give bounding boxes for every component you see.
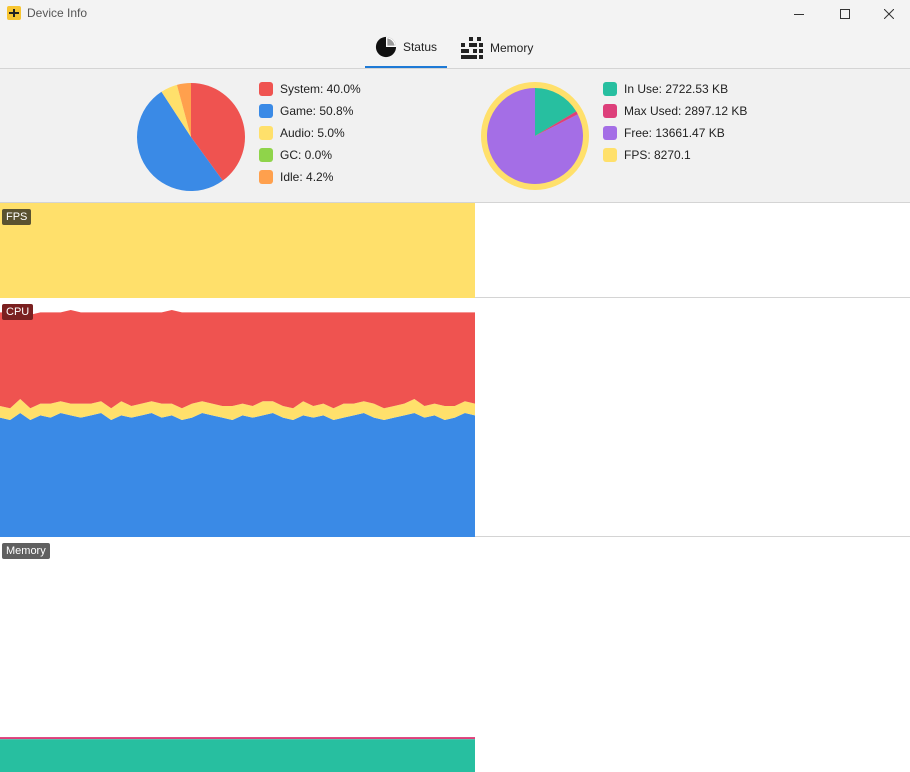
cpu-graph	[0, 310, 475, 537]
legend-item: Max Used: 2897.12 KB	[603, 100, 747, 122]
cpu-graph-panel: CPU	[0, 299, 910, 537]
memory-grid-icon	[461, 37, 483, 59]
game-area	[0, 412, 475, 537]
legend-swatch	[603, 82, 617, 96]
legend-label: Free: 13661.47 KB	[624, 126, 725, 140]
maximize-button[interactable]	[822, 0, 868, 28]
legend-item: Game: 50.8%	[259, 100, 361, 122]
memory-usage-pie	[481, 82, 589, 190]
legend-swatch	[259, 104, 273, 118]
legend-swatch	[259, 126, 273, 140]
fps-area	[0, 203, 475, 298]
legend-label: FPS: 8270.1	[624, 148, 691, 162]
legend-item: Free: 13661.47 KB	[603, 122, 747, 144]
cpu-legend: System: 40.0% Game: 50.8% Audio: 5.0% GC…	[259, 78, 361, 188]
minimize-button[interactable]	[776, 0, 822, 28]
legend-label: System: 40.0%	[280, 82, 361, 96]
fps-graph-panel: FPS	[0, 203, 910, 298]
tab-memory-label: Memory	[490, 41, 534, 55]
memory-in-use-area	[0, 739, 475, 772]
legend-swatch	[259, 148, 273, 162]
minimize-icon	[794, 14, 804, 15]
tab-memory[interactable]: Memory	[450, 28, 545, 68]
memory-max-used-line	[0, 737, 475, 740]
close-icon	[884, 9, 894, 19]
tab-status-label: Status	[402, 40, 437, 54]
legend-item: Audio: 5.0%	[259, 122, 361, 144]
status-summary: System: 40.0% Game: 50.8% Audio: 5.0% GC…	[0, 69, 910, 203]
legend-item: Idle: 4.2%	[259, 166, 361, 188]
legend-item: System: 40.0%	[259, 78, 361, 100]
title-bar: Device Info	[0, 0, 910, 28]
legend-label: GC: 0.0%	[280, 148, 333, 162]
legend-item: FPS: 8270.1	[603, 144, 747, 166]
fps-graph-label: FPS	[2, 209, 32, 225]
legend-label: In Use: 2722.53 KB	[624, 82, 729, 96]
memory-graph-panel: Memory	[0, 538, 910, 772]
maximize-icon	[840, 9, 850, 19]
legend-swatch	[603, 148, 617, 162]
memory-graph-label: Memory	[2, 543, 50, 559]
pie-chart-icon	[375, 36, 397, 58]
cpu-graph-label: CPU	[2, 304, 34, 320]
window-title: Device Info	[27, 6, 88, 20]
fps-graph	[0, 203, 475, 298]
legend-label: Audio: 5.0%	[280, 126, 345, 140]
legend-item: GC: 0.0%	[259, 144, 361, 166]
legend-label: Max Used: 2897.12 KB	[624, 104, 748, 118]
cpu-usage-pie	[137, 83, 245, 191]
legend-item: In Use: 2722.53 KB	[603, 78, 747, 100]
legend-swatch	[603, 104, 617, 118]
legend-label: Idle: 4.2%	[280, 170, 334, 184]
system-area	[0, 310, 475, 409]
tab-status[interactable]: Status	[365, 28, 447, 68]
app-icon	[7, 6, 21, 20]
legend-label: Game: 50.8%	[280, 104, 354, 118]
tab-bar: Status Memory	[0, 28, 910, 69]
legend-swatch	[259, 170, 273, 184]
memory-graph	[0, 737, 475, 772]
legend-swatch	[603, 126, 617, 140]
legend-swatch	[259, 82, 273, 96]
memory-legend: In Use: 2722.53 KB Max Used: 2897.12 KB …	[603, 78, 747, 166]
close-button[interactable]	[866, 0, 910, 28]
